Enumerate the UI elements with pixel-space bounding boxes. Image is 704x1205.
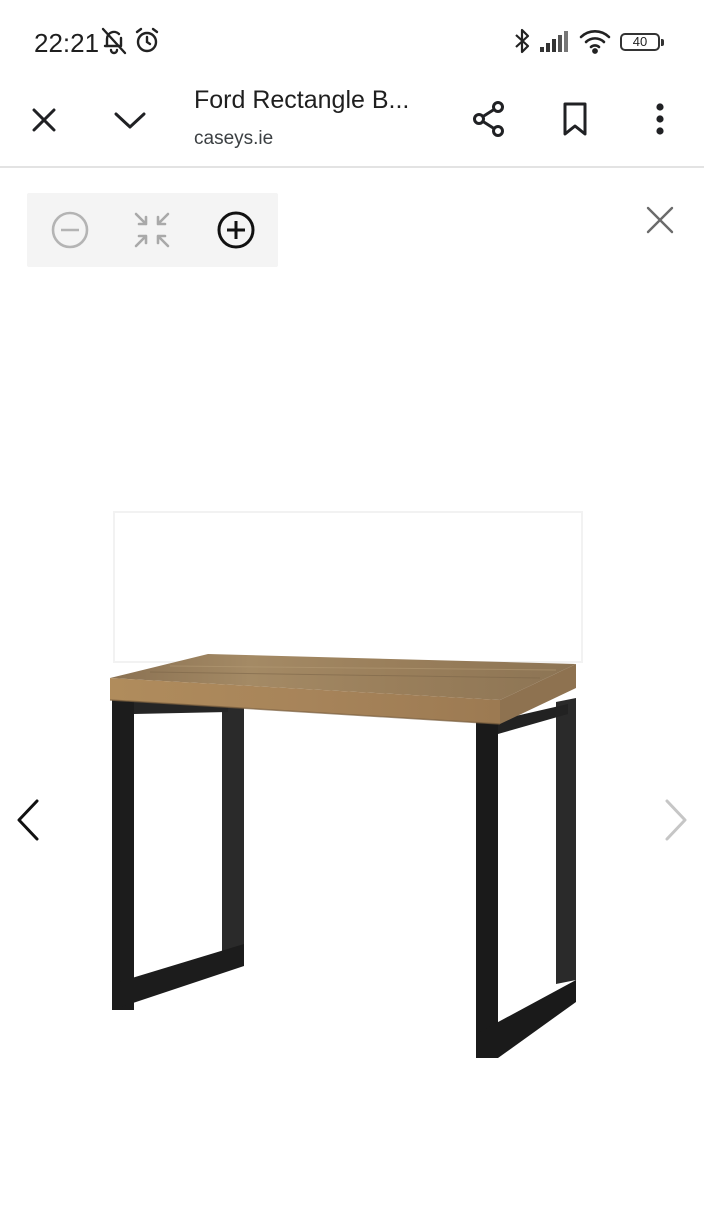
page-domain: caseys.ie xyxy=(194,128,274,149)
bluetooth-icon xyxy=(512,26,532,61)
previous-image-arrow-icon[interactable] xyxy=(8,795,48,845)
top-bar-divider xyxy=(0,166,704,168)
zoom-out-icon[interactable] xyxy=(47,207,93,253)
close-icon[interactable] xyxy=(22,98,66,142)
cell-signal-icon xyxy=(538,26,574,61)
share-icon[interactable] xyxy=(466,96,512,142)
status-time: 22:21 xyxy=(34,28,100,58)
page-title[interactable]: Ford Rectangle B... xyxy=(194,86,444,115)
close-viewer-icon[interactable] xyxy=(640,200,680,240)
bookmark-icon[interactable] xyxy=(552,96,598,142)
next-image-arrow-icon[interactable] xyxy=(656,795,696,845)
wifi-icon xyxy=(578,26,612,61)
alarm-icon xyxy=(133,26,161,61)
zoom-controls xyxy=(27,193,278,267)
status-bar: 22:21 40 xyxy=(0,0,704,86)
more-vert-icon[interactable] xyxy=(640,96,680,142)
chevron-down-icon[interactable] xyxy=(108,98,152,142)
bell-off-icon xyxy=(100,26,128,61)
battery-icon: 40 xyxy=(620,33,664,51)
product-image-table xyxy=(109,511,583,1058)
zoom-in-icon[interactable] xyxy=(213,207,259,253)
image-viewer[interactable] xyxy=(0,268,704,1200)
browser-top-bar: Ford Rectangle B... caseys.ie xyxy=(0,86,704,168)
fit-screen-icon[interactable] xyxy=(129,207,175,253)
